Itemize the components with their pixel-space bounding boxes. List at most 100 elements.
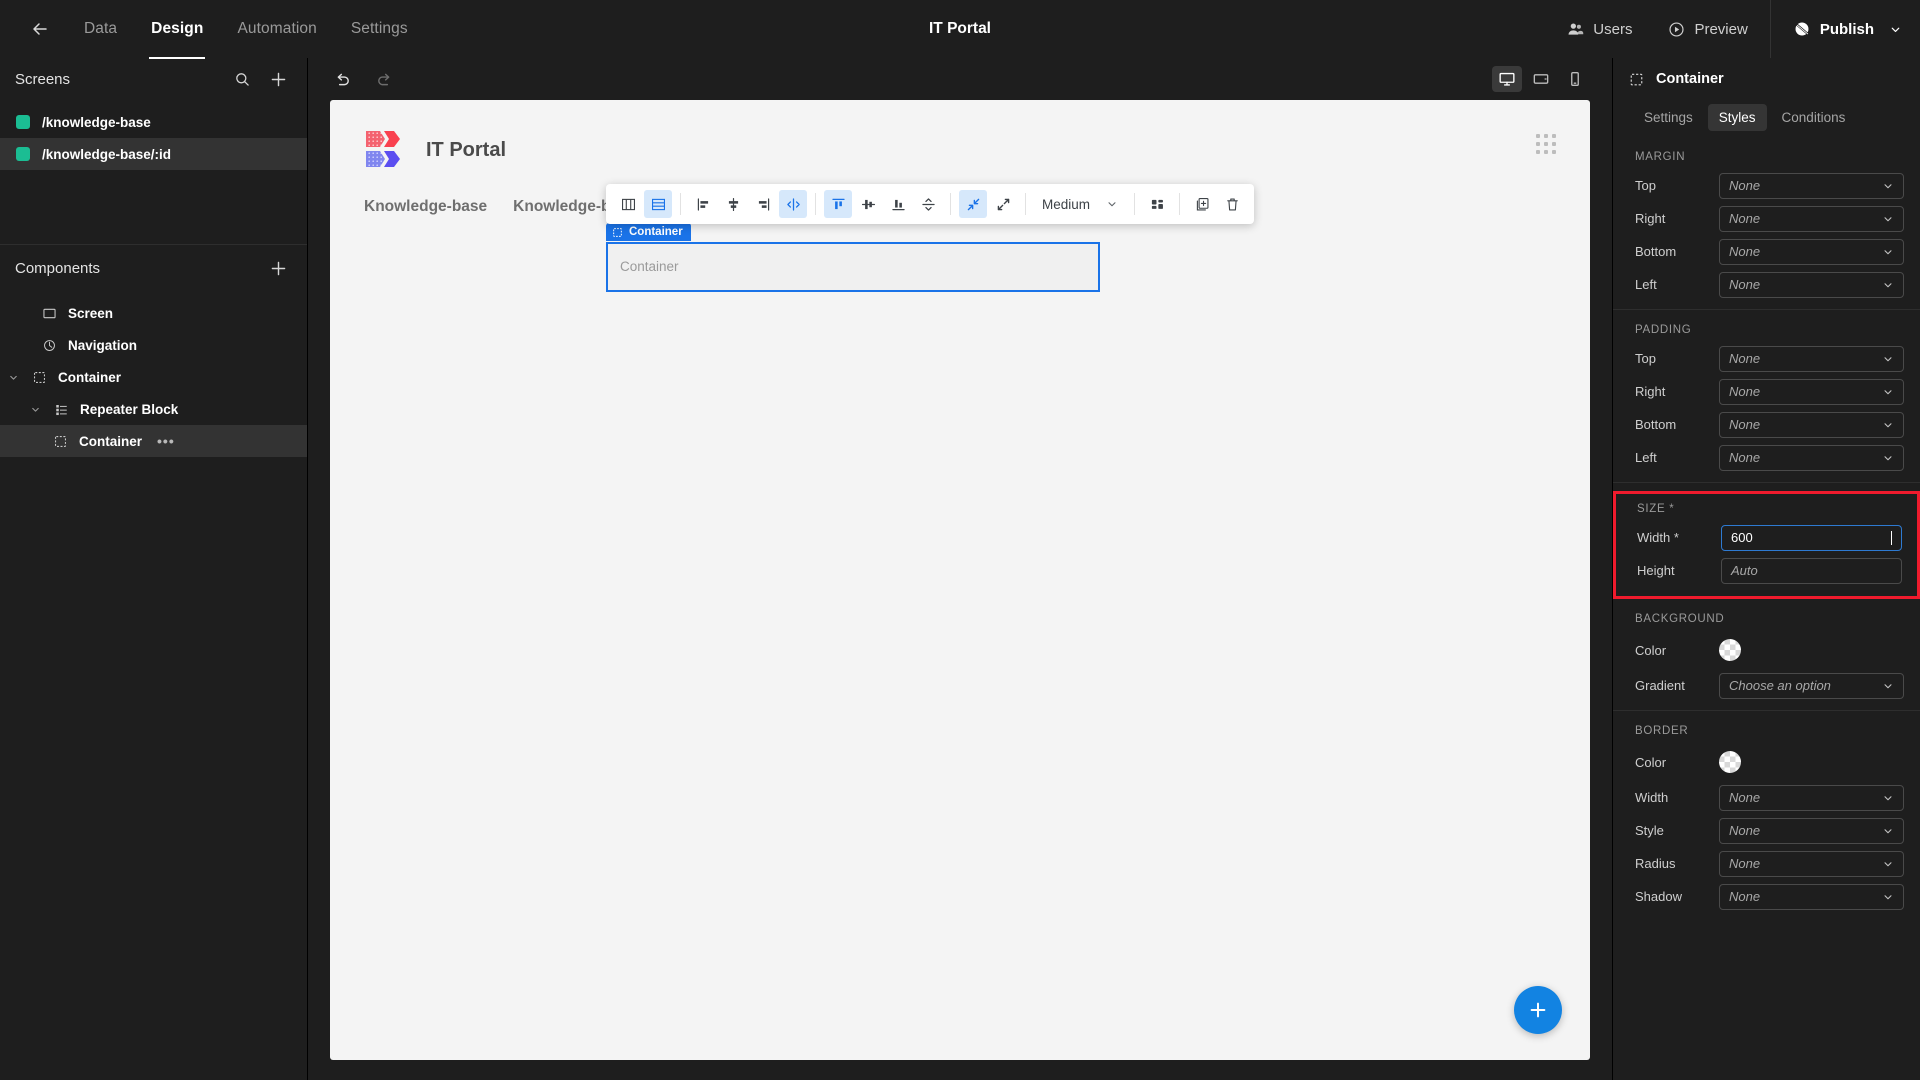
publish-button[interactable]: Publish xyxy=(1775,0,1920,58)
section-divider xyxy=(1613,309,1920,310)
select-value: None xyxy=(1729,351,1761,366)
tree-item-container-selected[interactable]: Container ••• xyxy=(0,425,307,457)
layout-rows-icon[interactable] xyxy=(644,190,672,218)
spacing-size-select[interactable]: Medium xyxy=(1034,190,1126,218)
duplicate-icon[interactable] xyxy=(1188,190,1216,218)
section-title: BORDER xyxy=(1635,725,1689,737)
undo-icon[interactable] xyxy=(330,67,354,91)
section-divider xyxy=(1613,482,1920,483)
border-radius-select[interactable]: None xyxy=(1719,850,1904,877)
chevron-down-icon xyxy=(1106,198,1118,210)
users-icon xyxy=(1567,21,1584,38)
tree-item-screen[interactable]: Screen xyxy=(0,297,307,329)
align-right-icon[interactable] xyxy=(749,190,777,218)
add-component-icon[interactable] xyxy=(267,257,289,279)
tab-styles[interactable]: Styles xyxy=(1707,104,1767,131)
toolbar-separator xyxy=(1134,193,1136,215)
margin-bottom-select[interactable]: None xyxy=(1719,238,1904,265)
device-tablet-button[interactable] xyxy=(1526,66,1556,92)
border-width-select[interactable]: None xyxy=(1719,784,1904,811)
align-top-icon[interactable] xyxy=(824,190,852,218)
tab-conditions[interactable]: Conditions xyxy=(1771,104,1857,131)
tab-data[interactable]: Data xyxy=(82,16,119,42)
tab-automation[interactable]: Automation xyxy=(235,16,318,42)
tree-caret-expanded[interactable] xyxy=(28,404,42,415)
screen-label: /knowledge-base/:id xyxy=(42,146,172,162)
layout-columns-icon[interactable] xyxy=(614,190,642,218)
tree-caret-expanded[interactable] xyxy=(6,372,20,383)
tree-item-navigation[interactable]: Navigation xyxy=(0,329,307,361)
chevron-down-icon xyxy=(1882,353,1894,365)
margin-left-select[interactable]: None xyxy=(1719,271,1904,298)
padding-bottom-select[interactable]: None xyxy=(1719,411,1904,438)
margin-top-select[interactable]: None xyxy=(1719,172,1904,199)
delete-icon[interactable] xyxy=(1218,190,1246,218)
selected-container[interactable]: Container xyxy=(606,241,1100,292)
padding-left-select[interactable]: None xyxy=(1719,444,1904,471)
users-button[interactable]: Users xyxy=(1549,0,1650,58)
arrow-left-icon xyxy=(30,19,50,39)
tab-settings[interactable]: Settings xyxy=(349,16,410,42)
distribute-horizontal-icon[interactable] xyxy=(779,190,807,218)
search-icon[interactable] xyxy=(231,68,253,90)
row-label: Right xyxy=(1635,211,1666,226)
select-value: None xyxy=(1729,211,1761,226)
page-canvas[interactable]: IT Portal Knowledge-base Knowledge-base xyxy=(330,100,1590,1060)
background-color-swatch[interactable] xyxy=(1719,639,1741,661)
row-label: Color xyxy=(1635,642,1667,658)
tab-design[interactable]: Design xyxy=(149,16,206,59)
height-input[interactable]: Auto xyxy=(1721,557,1902,584)
screen-item-knowledge-base[interactable]: /knowledge-base xyxy=(0,106,307,138)
section-border: BORDER Color Width None Style None Radiu… xyxy=(1613,715,1920,917)
border-width-row: Width None xyxy=(1613,781,1920,814)
drag-handle-icon[interactable] xyxy=(1536,134,1556,154)
tree-item-menu-icon[interactable]: ••• xyxy=(157,433,175,449)
border-color-row: Color xyxy=(1613,743,1920,781)
background-gradient-select[interactable]: Choose an option xyxy=(1719,672,1904,699)
back-button[interactable] xyxy=(18,7,62,51)
top-bar-actions: Users Preview Publish xyxy=(1549,0,1920,58)
margin-right-select[interactable]: None xyxy=(1719,205,1904,232)
align-center-horizontal-icon[interactable] xyxy=(719,190,747,218)
border-shadow-select[interactable]: None xyxy=(1719,883,1904,910)
container-icon xyxy=(29,370,49,385)
add-element-fab[interactable] xyxy=(1514,986,1562,1034)
chevron-down-icon xyxy=(1882,419,1894,431)
canvas-toolbar xyxy=(308,58,1612,100)
padding-left-row: Left None xyxy=(1613,441,1920,474)
border-color-swatch[interactable] xyxy=(1719,751,1741,773)
components-actions xyxy=(267,257,289,279)
distribute-vertical-icon[interactable] xyxy=(914,190,942,218)
align-middle-icon[interactable] xyxy=(854,190,882,218)
grid-icon[interactable] xyxy=(1143,190,1171,218)
section-title: SIZE * xyxy=(1637,503,1675,515)
add-screen-icon[interactable] xyxy=(267,68,289,90)
top-nav: Data Design Automation Settings xyxy=(82,16,410,59)
selected-container-wrapper: Container Container xyxy=(606,222,1100,292)
border-style-select[interactable]: None xyxy=(1719,817,1904,844)
select-value: None xyxy=(1729,790,1761,805)
collapse-icon[interactable] xyxy=(959,190,987,218)
tree-item-container-root[interactable]: Container xyxy=(0,361,307,393)
preview-button[interactable]: Preview xyxy=(1650,0,1765,58)
page-nav-link-1[interactable]: Knowledge-base xyxy=(364,198,487,216)
padding-top-select[interactable]: None xyxy=(1719,345,1904,372)
section-divider xyxy=(1613,710,1920,711)
align-left-icon[interactable] xyxy=(689,190,717,218)
device-desktop-button[interactable] xyxy=(1492,66,1522,92)
redo-icon[interactable] xyxy=(372,67,396,91)
padding-right-select[interactable]: None xyxy=(1719,378,1904,405)
device-mobile-button[interactable] xyxy=(1560,66,1590,92)
tab-settings[interactable]: Settings xyxy=(1633,104,1704,131)
margin-right-row: Right None xyxy=(1613,202,1920,235)
align-bottom-icon[interactable] xyxy=(884,190,912,218)
width-input[interactable]: 600 xyxy=(1721,524,1902,551)
background-color-row: Color xyxy=(1613,631,1920,669)
screen-item-knowledge-base-id[interactable]: /knowledge-base/:id xyxy=(0,138,307,170)
history-controls xyxy=(330,67,396,91)
toolbar-separator xyxy=(680,193,681,215)
tree-item-repeater-block[interactable]: Repeater Block xyxy=(0,393,307,425)
expand-icon[interactable] xyxy=(989,190,1017,218)
right-panel-title: Container xyxy=(1656,71,1724,87)
plus-icon xyxy=(1527,999,1549,1021)
